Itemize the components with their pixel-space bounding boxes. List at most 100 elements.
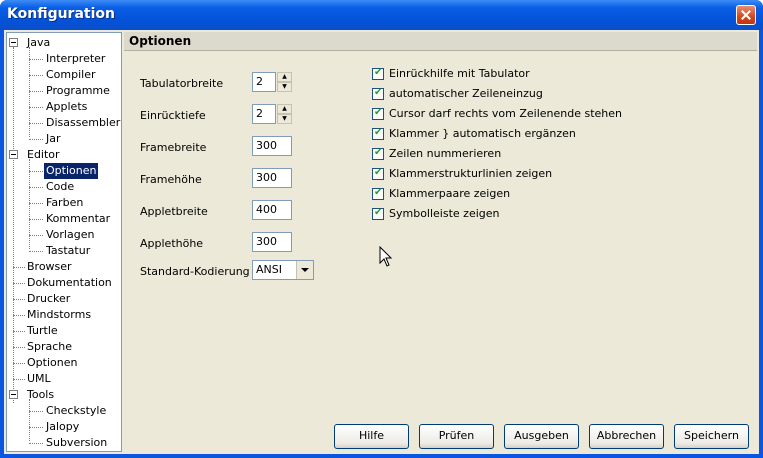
tree-connector xyxy=(29,235,43,236)
tree-item[interactable]: Optionen xyxy=(7,355,121,371)
tree-connector xyxy=(29,139,43,140)
tree-connector xyxy=(29,427,43,428)
checkbox-box[interactable]: ✔ xyxy=(372,167,384,180)
category-tree[interactable]: Java Interpreter Compiler Programme Applets D… xyxy=(6,32,122,452)
tree-item-label: Drucker xyxy=(27,292,71,305)
tree-item[interactable]: Turtle xyxy=(7,323,121,339)
tree-item-label: Mindstorms xyxy=(27,308,92,321)
checkbox-label: Zeilen nummerieren xyxy=(389,147,502,160)
field-label: Framebreite xyxy=(140,141,207,154)
checkbox-box[interactable]: ✔ xyxy=(372,207,384,220)
checkmark-icon: ✔ xyxy=(374,127,383,138)
tree-item[interactable]: Editor xyxy=(7,147,121,163)
tree-item[interactable]: Subversion xyxy=(7,435,121,451)
tree-item-label: Turtle xyxy=(27,324,58,337)
tree-item[interactable]: Java xyxy=(7,35,121,51)
check-button[interactable]: Prüfen xyxy=(419,424,494,449)
tree-connector xyxy=(13,267,25,268)
client-area: Java Interpreter Compiler Programme Applets D… xyxy=(4,30,759,454)
tree-item[interactable]: Code xyxy=(7,179,121,195)
tree-connector xyxy=(13,347,25,348)
tree-item[interactable]: Interpreter xyxy=(7,51,121,67)
spin-down-icon[interactable]: ▼ xyxy=(277,82,292,92)
tree-connector xyxy=(13,283,25,284)
checkbox-box[interactable]: ✔ xyxy=(372,147,384,160)
encoding-select[interactable]: ANSI xyxy=(252,260,314,280)
tree-item-label: Kommentar xyxy=(46,212,111,225)
tree-item-label: Optionen xyxy=(42,162,100,180)
checkbox-box[interactable]: ✔ xyxy=(372,127,384,140)
collapse-icon[interactable] xyxy=(9,390,18,399)
checkbox-box[interactable]: ✔ xyxy=(372,187,384,200)
checkbox-box[interactable]: ✔ xyxy=(372,87,384,100)
option-checkbox[interactable]: ✔ Einrückhilfe mit Tabulator xyxy=(372,66,632,82)
close-button[interactable] xyxy=(736,5,756,25)
tree-item[interactable]: Kommentar xyxy=(7,211,121,227)
collapse-icon[interactable] xyxy=(9,38,18,47)
tree-item[interactable]: Drucker xyxy=(7,291,121,307)
save-button[interactable]: Speichern xyxy=(674,424,749,449)
spinner-input[interactable]: 2 xyxy=(252,104,276,124)
tree-item[interactable]: Sprache xyxy=(7,339,121,355)
tree-item[interactable]: Checkstyle xyxy=(7,403,121,419)
tree-item[interactable]: Jalopy xyxy=(7,419,121,435)
option-checkbox[interactable]: ✔ Cursor darf rechts vom Zeilenende stehe… xyxy=(372,106,632,122)
checkbox-box[interactable]: ✔ xyxy=(372,67,384,80)
option-checkbox[interactable]: ✔ Klammer } automatisch ergänzen xyxy=(372,126,632,142)
tree-item[interactable]: Disassembler xyxy=(7,115,121,131)
checkmark-icon: ✔ xyxy=(374,167,383,178)
help-button[interactable]: Hilfe xyxy=(334,424,409,449)
spin-up-icon[interactable]: ▲ xyxy=(277,104,292,114)
tree-connector xyxy=(29,443,43,444)
spinner-input[interactable]: 2 xyxy=(252,72,276,92)
tree-connector xyxy=(29,91,43,92)
tree-item[interactable]: Applets xyxy=(7,99,121,115)
option-checkbox[interactable]: ✔ Zeilen nummerieren xyxy=(372,146,632,162)
tree-item-label: Optionen xyxy=(27,356,78,369)
option-checkbox[interactable]: ✔ Symbolleiste zeigen xyxy=(372,206,632,222)
checkmark-icon: ✔ xyxy=(374,67,383,78)
tree-connector xyxy=(13,331,25,332)
tree-item[interactable]: Jar xyxy=(7,131,121,147)
checkbox-label: Klammerpaare zeigen xyxy=(389,187,511,200)
tree-item[interactable]: Tastatur xyxy=(7,243,121,259)
spin-down-icon[interactable]: ▼ xyxy=(277,114,292,124)
number-field[interactable]: 400 xyxy=(252,200,292,220)
tree-item[interactable]: Optionen xyxy=(7,162,121,180)
number-field[interactable]: 300 xyxy=(252,168,292,188)
tree-item[interactable]: UML xyxy=(7,371,121,387)
number-field[interactable]: 300 xyxy=(252,136,292,156)
tree-connector xyxy=(29,219,43,220)
field-label: Framehöhe xyxy=(140,173,202,186)
collapse-icon[interactable] xyxy=(9,150,18,159)
checkbox-label: Cursor darf rechts vom Zeilenende stehen xyxy=(389,107,622,120)
tree-item[interactable]: Vorlagen xyxy=(7,227,121,243)
checkbox-box[interactable]: ✔ xyxy=(372,107,384,120)
tree-connector xyxy=(29,251,43,252)
tree-item-label: Dokumentation xyxy=(27,276,112,289)
option-checkbox[interactable]: ✔ automatischer Zeileneinzug xyxy=(372,86,632,102)
title-bar[interactable]: Konfiguration xyxy=(0,0,763,30)
option-checkbox[interactable]: ✔ Klammerstrukturlinien zeigen xyxy=(372,166,632,182)
encoding-label: Standard-Kodierung xyxy=(140,265,250,278)
spin-up-icon[interactable]: ▲ xyxy=(277,72,292,82)
spinner-buttons: ▲ ▼ xyxy=(277,72,292,92)
tree-item[interactable]: Compiler xyxy=(7,67,121,83)
tree-item-label: Vorlagen xyxy=(46,228,95,241)
cancel-button[interactable]: Abbrechen xyxy=(589,424,664,449)
tree-item[interactable]: Browser xyxy=(7,259,121,275)
tree-item[interactable]: Farben xyxy=(7,195,121,211)
tree-item[interactable]: Tools xyxy=(7,387,121,403)
chevron-down-icon[interactable] xyxy=(296,261,313,279)
option-checkbox[interactable]: ✔ Klammerpaare zeigen xyxy=(372,186,632,202)
spinner-buttons: ▲ ▼ xyxy=(277,104,292,124)
tree-item[interactable]: Programme xyxy=(7,83,121,99)
tree-connector xyxy=(13,299,25,300)
tree-item[interactable]: Dokumentation xyxy=(7,275,121,291)
tree-connector xyxy=(29,123,43,124)
output-button[interactable]: Ausgeben xyxy=(504,424,579,449)
tree-item[interactable]: Mindstorms xyxy=(7,307,121,323)
checkbox-label: Klammerstrukturlinien zeigen xyxy=(389,167,553,180)
number-field[interactable]: 300 xyxy=(252,232,292,252)
field-label: Appletbreite xyxy=(140,205,208,218)
